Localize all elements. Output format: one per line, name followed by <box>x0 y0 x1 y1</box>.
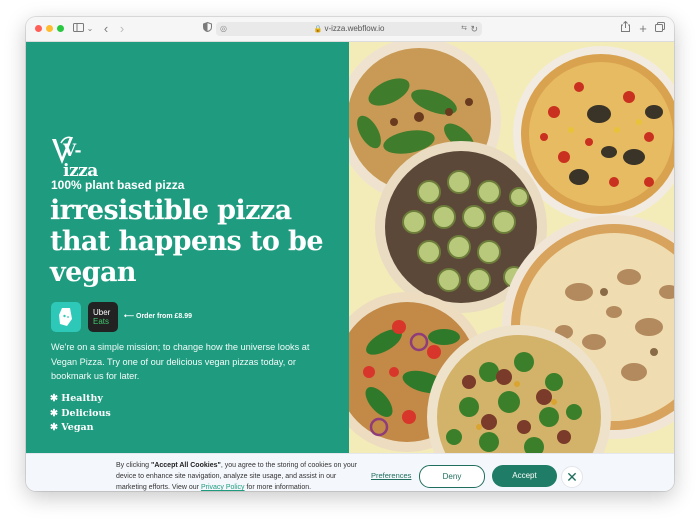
page-content: V-izza 100% plant based pizza irresistib… <box>26 42 674 491</box>
vizza-logo[interactable]: V-izza <box>51 135 111 181</box>
share-icon[interactable] <box>619 17 631 41</box>
close-window-button[interactable] <box>35 25 42 32</box>
ubereats-line2: Eats <box>93 317 110 326</box>
new-tab-icon[interactable]: + <box>637 17 649 41</box>
pizza-collage <box>349 42 674 453</box>
hero-panel: V-izza 100% plant based pizza irresistib… <box>26 42 349 453</box>
page-settings-icon[interactable]: ◎ <box>220 22 227 36</box>
reload-icon[interactable]: ↻ <box>470 22 478 36</box>
order-note: ⟵ Order from £8.99 <box>124 312 192 320</box>
ubereats-button[interactable]: Uber Eats <box>88 302 118 332</box>
preferences-link[interactable]: Preferences <box>371 471 411 480</box>
address-bar[interactable]: ◎ 🔒 v-izza.webflow.io ⇆ ↻ <box>216 22 482 36</box>
tagline: 100% plant based pizza <box>51 178 185 192</box>
feature-item: ✱ Vegan <box>50 422 94 433</box>
mission-text: We're on a simple mission; to change how… <box>51 342 310 381</box>
url-text: v-izza.webflow.io <box>324 24 385 33</box>
deliveroo-kangaroo-icon <box>59 308 72 326</box>
hero-headline: irresistible pizza that happens to be ve… <box>50 195 324 288</box>
feature-list: ✱ Healthy ✱ Delicious ✱ Vegan <box>50 392 111 436</box>
lock-icon: 🔒 <box>313 26 323 33</box>
feature-item: ✱ Healthy <box>50 393 103 404</box>
deny-button[interactable]: Deny <box>419 465 485 488</box>
deliveroo-button[interactable] <box>51 302 81 332</box>
cookie-message: By clicking "Accept All Cookies", you ag… <box>116 462 358 491</box>
ubereats-line1: Uber <box>93 308 111 317</box>
forward-button[interactable]: › <box>116 17 128 41</box>
browser-toolbar: ⌄ ‹ › ◎ 🔒 v-izza.webflow.io ⇆ ↻ + <box>26 17 674 42</box>
close-icon[interactable]: ✕ <box>561 466 583 488</box>
privacy-shield-icon[interactable] <box>201 17 213 41</box>
tab-overview-icon[interactable] <box>653 17 667 41</box>
zoom-window-button[interactable] <box>57 25 64 32</box>
cookie-banner: By clicking "Accept All Cookies", you ag… <box>26 453 674 491</box>
chevron-down-icon[interactable]: ⌄ <box>85 17 95 41</box>
logo-wordmark: V-izza <box>63 141 98 181</box>
minimize-window-button[interactable] <box>46 25 53 32</box>
sidebar-toggle-icon[interactable] <box>71 17 85 41</box>
accept-button[interactable]: Accept <box>492 465 557 487</box>
arrow-left-icon: ⟵ <box>124 313 135 320</box>
back-button[interactable]: ‹ <box>100 17 112 41</box>
privacy-policy-link[interactable]: Privacy Policy <box>201 484 245 491</box>
browser-window: ⌄ ‹ › ◎ 🔒 v-izza.webflow.io ⇆ ↻ + V-izza… <box>26 17 674 491</box>
feature-item: ✱ Delicious <box>50 407 111 419</box>
translate-icon[interactable]: ⇆ <box>461 22 467 36</box>
order-note-text: Order from £8.99 <box>136 313 193 320</box>
pizza-photo <box>349 42 674 453</box>
